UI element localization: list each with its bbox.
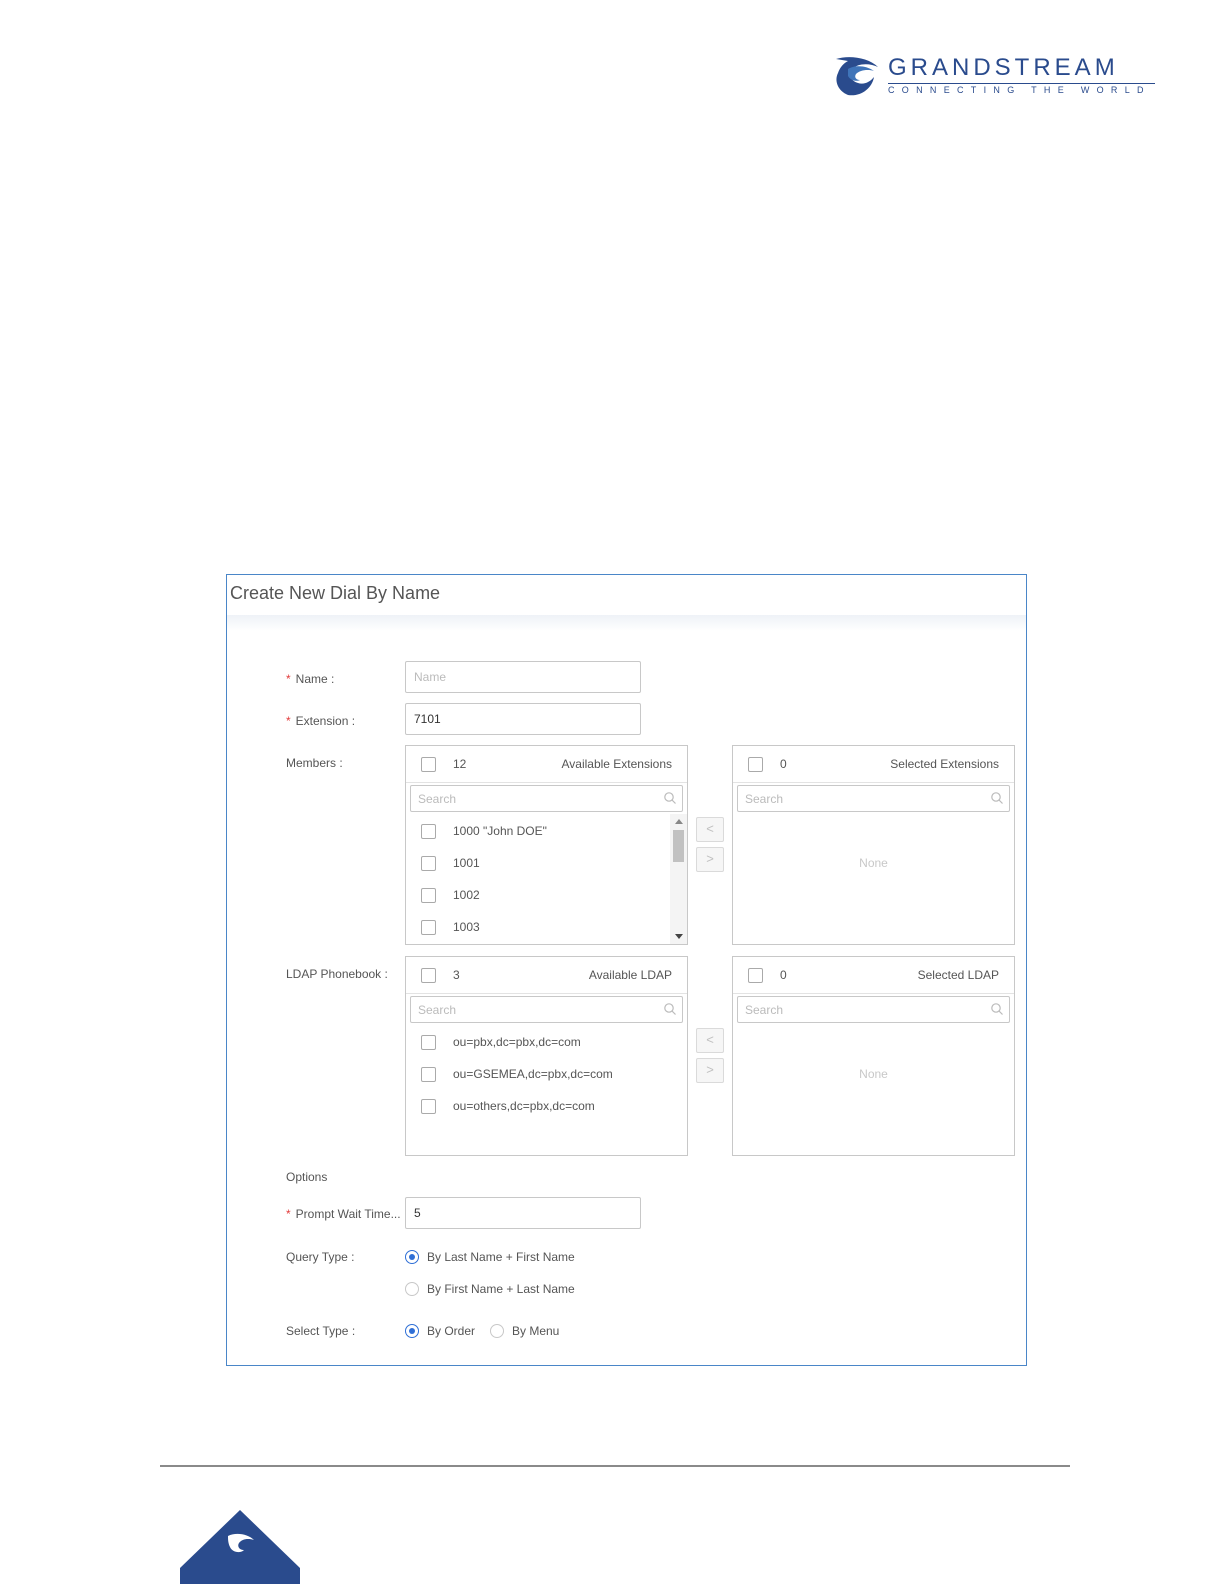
- list-item[interactable]: ou=GSEMEA,dc=pbx,dc=com: [406, 1058, 666, 1090]
- prompt-wait-time-label: * Prompt Wait Time...: [286, 1207, 401, 1221]
- prompt-wait-time-input[interactable]: [405, 1197, 641, 1229]
- query-type-label: Query Type :: [286, 1250, 355, 1264]
- available-extensions-count: 12: [453, 757, 467, 771]
- search-icon: [664, 792, 676, 804]
- extension-label: * Extension :: [286, 714, 356, 728]
- list-item[interactable]: 1001: [406, 847, 666, 879]
- empty-placeholder: None: [859, 1067, 888, 1081]
- list-item[interactable]: 1000 "John DOE": [406, 815, 666, 847]
- name-input[interactable]: [405, 661, 641, 693]
- item-checkbox[interactable]: [421, 1099, 436, 1114]
- select-all-selected-extensions-checkbox[interactable]: [748, 757, 763, 772]
- selected-ldap-header: 0 Selected LDAP: [733, 957, 1014, 994]
- extension-input[interactable]: [405, 703, 641, 735]
- selected-extensions-header: 0 Selected Extensions: [733, 746, 1014, 783]
- available-ldap-box: 3 Available LDAP ou=pbx,dc=pbx,dc=com ou…: [405, 956, 688, 1156]
- grandstream-footer-icon: [180, 1510, 300, 1584]
- brand-name: GRANDSTREAM: [888, 54, 1119, 81]
- list-item[interactable]: 1002: [406, 879, 666, 911]
- members-label: Members :: [286, 756, 343, 770]
- available-extensions-title: Available Extensions: [561, 757, 672, 771]
- available-ldap-count: 3: [453, 968, 460, 982]
- select-all-selected-ldap-checkbox[interactable]: [748, 968, 763, 983]
- selected-extensions-count: 0: [780, 757, 787, 771]
- brand-tagline: CONNECTING THE WORLD: [888, 85, 1151, 95]
- selected-ldap-title: Selected LDAP: [917, 968, 999, 982]
- move-left-button[interactable]: <: [696, 817, 724, 842]
- selected-ldap-search-input[interactable]: [737, 996, 1010, 1023]
- available-ldap-title: Available LDAP: [588, 968, 672, 982]
- selected-extensions-search-input[interactable]: [737, 785, 1010, 812]
- select-by-order-label[interactable]: By Order: [427, 1324, 475, 1338]
- list-item[interactable]: ou=others,dc=pbx,dc=com: [406, 1090, 666, 1122]
- list-item[interactable]: ou=pbx,dc=pbx,dc=com: [406, 1026, 666, 1058]
- selected-extensions-box: 0 Selected Extensions None: [732, 745, 1015, 945]
- available-extensions-box: 12 Available Extensions 1000 "John DOE" …: [405, 745, 688, 945]
- selected-extensions-title: Selected Extensions: [890, 757, 999, 771]
- scrollbar[interactable]: [670, 814, 687, 944]
- item-checkbox[interactable]: [421, 888, 436, 903]
- search-icon: [991, 1003, 1003, 1015]
- brand-rule: [888, 83, 1155, 84]
- create-dial-by-name-dialog: Create New Dial By Name *Name : *Extensi…: [226, 574, 1027, 1366]
- selected-ldap-box: 0 Selected LDAP None: [732, 956, 1015, 1156]
- required-marker: *: [286, 714, 291, 728]
- select-by-order-radio[interactable]: [405, 1324, 419, 1338]
- move-right-button[interactable]: >: [696, 847, 724, 872]
- title-separator: [227, 615, 1026, 631]
- item-checkbox[interactable]: [421, 920, 436, 935]
- select-by-menu-label[interactable]: By Menu: [512, 1324, 559, 1338]
- ldap-move-left-button[interactable]: <: [696, 1028, 724, 1053]
- grandstream-swirl-icon: [836, 57, 878, 96]
- dialog-title: Create New Dial By Name: [230, 583, 441, 603]
- scroll-thumb[interactable]: [673, 830, 684, 862]
- available-ldap-search-input[interactable]: [410, 996, 683, 1023]
- name-label: * Name :: [286, 672, 335, 686]
- search-icon: [664, 1003, 676, 1015]
- selected-ldap-count: 0: [780, 968, 787, 982]
- options-section-label: Options: [286, 1170, 328, 1184]
- footer-rule: [160, 1465, 1070, 1467]
- item-checkbox[interactable]: [421, 856, 436, 871]
- available-extensions-header: 12 Available Extensions: [406, 746, 687, 783]
- query-first-last-radio[interactable]: [405, 1282, 419, 1296]
- available-extensions-search-input[interactable]: [410, 785, 683, 812]
- select-by-menu-radio[interactable]: [490, 1324, 504, 1338]
- ldap-phonebook-label: LDAP Phonebook :: [286, 967, 388, 981]
- required-marker: *: [286, 672, 291, 686]
- search-icon: [991, 792, 1003, 804]
- select-type-label: Select Type :: [286, 1324, 356, 1338]
- required-marker: *: [286, 1207, 291, 1221]
- list-item[interactable]: 1003: [406, 911, 666, 943]
- available-ldap-header: 3 Available LDAP: [406, 957, 687, 994]
- item-checkbox[interactable]: [421, 1067, 436, 1082]
- query-first-last-label[interactable]: By First Name + Last Name: [427, 1282, 575, 1296]
- item-checkbox[interactable]: [421, 1035, 436, 1050]
- query-last-first-radio[interactable]: [405, 1250, 419, 1264]
- empty-placeholder: None: [859, 856, 888, 870]
- select-all-available-extensions-checkbox[interactable]: [421, 757, 436, 772]
- item-checkbox[interactable]: [421, 824, 436, 839]
- scroll-up-icon[interactable]: [675, 819, 683, 824]
- grandstream-logo: GRANDSTREAM CONNECTING THE WORLD: [834, 55, 1156, 97]
- query-last-first-label[interactable]: By Last Name + First Name: [427, 1250, 575, 1264]
- select-all-available-ldap-checkbox[interactable]: [421, 968, 436, 983]
- scroll-down-icon[interactable]: [675, 934, 683, 939]
- ldap-move-right-button[interactable]: >: [696, 1058, 724, 1083]
